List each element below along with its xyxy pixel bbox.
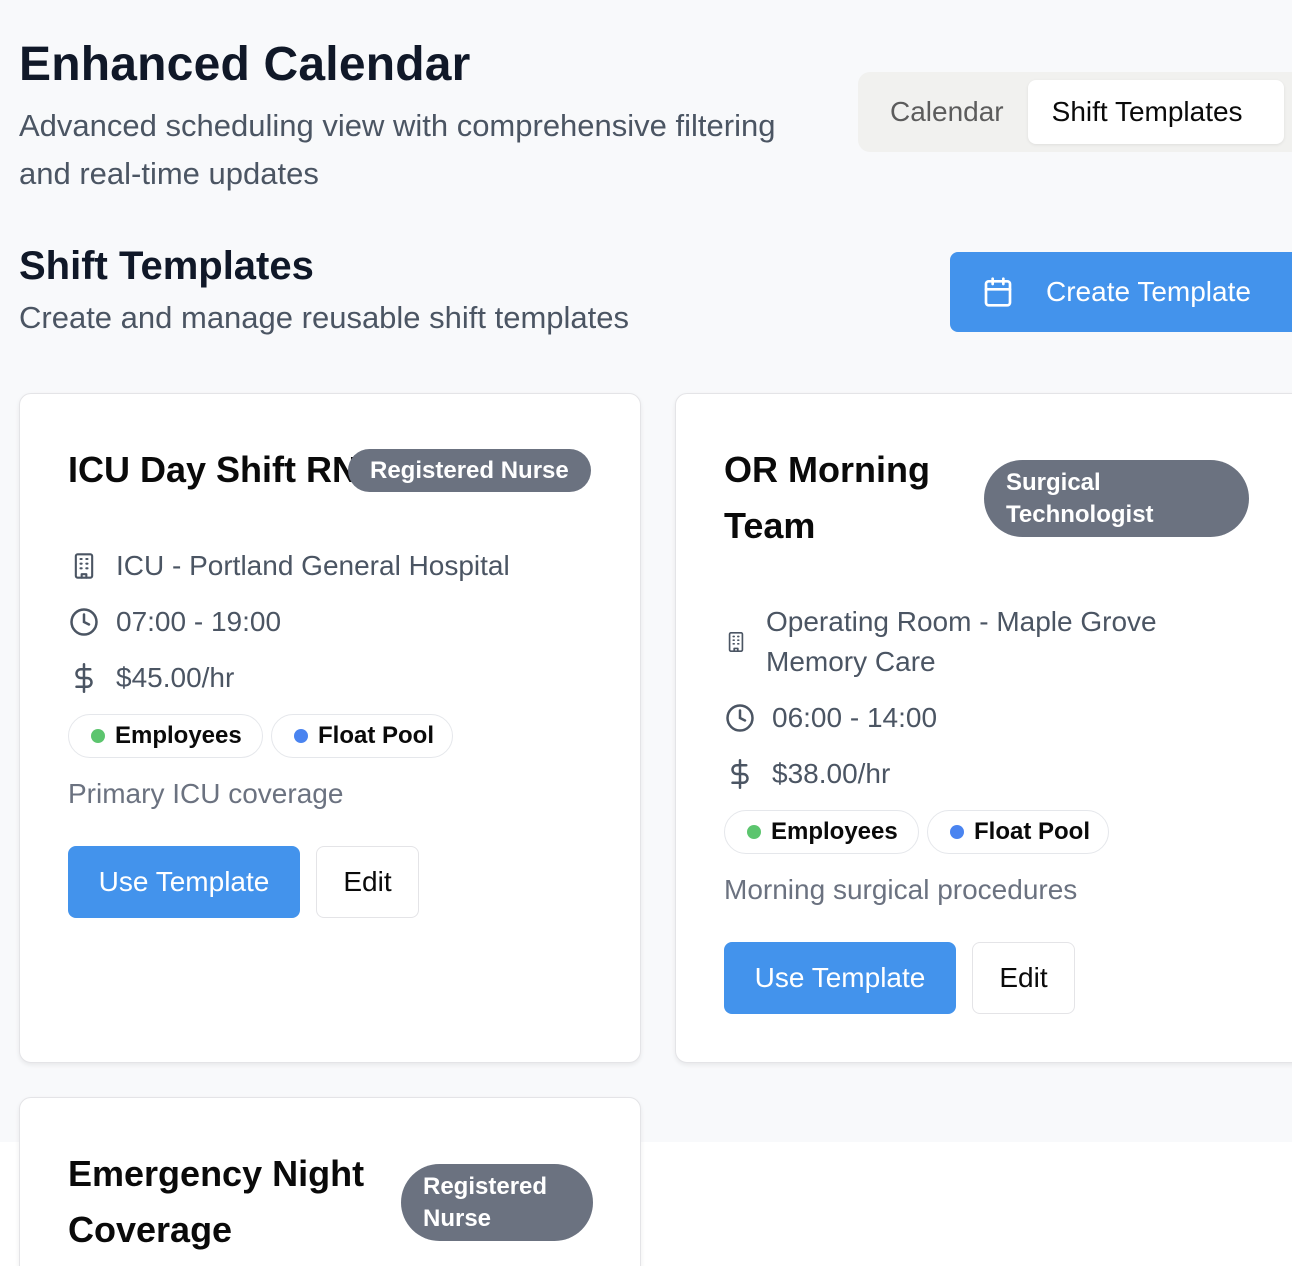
use-template-button[interactable]: Use Template [724,942,956,1014]
pool-label: Employees [771,818,898,845]
calendar-icon [982,276,1014,308]
create-template-button[interactable]: Create Template [950,252,1292,332]
tab-shift-templates[interactable]: Shift Templates [1027,80,1284,144]
role-badge: Surgical Technologist [984,460,1249,537]
edit-button[interactable]: Edit [972,942,1075,1014]
rate-row: $38.00/hr [724,758,890,790]
clock-icon [724,702,756,734]
template-card: ICU Day Shift RN Registered Nurse ICU - … [19,393,641,1063]
template-card: OR Morning Team Surgical Technologist Op… [675,393,1292,1063]
template-title: OR Morning Team [724,442,930,554]
dollar-icon [724,758,756,790]
template-card: Emergency Night Coverage Registered Nurs… [19,1097,641,1266]
pool-pill-float: Float Pool [271,714,453,758]
template-title-line: Team [724,505,816,546]
page-subtitle: Advanced scheduling view with comprehens… [19,108,776,191]
location-row: ICU - Portland General Hospital [68,550,510,582]
rate-text: $38.00/hr [772,758,891,789]
section-subtitle: Create and manage reusable shift templat… [19,300,630,335]
employees-dot [91,729,105,743]
location-line: Memory Care [766,646,936,677]
pool-pill-float: Float Pool [927,810,1109,854]
building-icon [724,626,748,658]
time-row: 06:00 - 14:00 [724,702,937,734]
role-badge-line: Registered [423,1172,548,1200]
template-note: Primary ICU coverage [68,778,344,809]
template-title: ICU Day Shift RN [68,449,359,490]
tab-calendar[interactable]: Calendar [866,80,1028,144]
pool-label: Float Pool [318,722,434,749]
location-text: Operating Room - Maple Grove Memory Care [766,602,1157,682]
role-badge-line: Nurse [423,1204,492,1232]
role-badge-line: Technologist [1006,500,1154,528]
create-template-label: Create Template [1046,276,1251,307]
template-title-line: Coverage [68,1209,233,1250]
location-text: ICU - Portland General Hospital [116,550,510,581]
location-row: Operating Room - Maple Grove Memory Care [724,602,1157,682]
role-badge: Registered Nurse [348,449,591,492]
rate-text: $45.00/hr [116,662,235,693]
clock-icon [68,606,100,638]
time-row: 07:00 - 19:00 [68,606,281,638]
use-template-button[interactable]: Use Template [68,846,300,918]
role-badge: Registered Nurse [401,1164,593,1241]
time-text: 06:00 - 14:00 [772,702,938,733]
rate-row: $45.00/hr [68,662,234,694]
time-text: 07:00 - 19:00 [116,606,282,637]
template-title-line: OR Morning [724,449,930,490]
building-icon [68,550,100,582]
template-title: Emergency Night Coverage [68,1146,364,1258]
page-header: Enhanced Calendar Advanced scheduling vi… [19,36,819,198]
float-pool-dot [950,825,964,839]
view-tabs: Calendar Shift Templates [858,72,1292,152]
location-line: Operating Room - Maple Grove [766,606,1157,637]
edit-button[interactable]: Edit [316,846,419,918]
template-note: Morning surgical procedures [724,874,1078,905]
float-pool-dot [294,729,308,743]
role-badge-line: Surgical [1006,468,1101,496]
pool-label: Float Pool [974,818,1090,845]
template-title-line: Emergency Night [68,1153,365,1194]
page-title: Enhanced Calendar [19,38,471,91]
pool-pill-employees: Employees [68,714,263,758]
section-title: Shift Templates [19,244,314,288]
pool-label: Employees [115,722,242,749]
pool-pill-employees: Employees [724,810,919,854]
dollar-icon [68,662,100,694]
employees-dot [747,825,761,839]
